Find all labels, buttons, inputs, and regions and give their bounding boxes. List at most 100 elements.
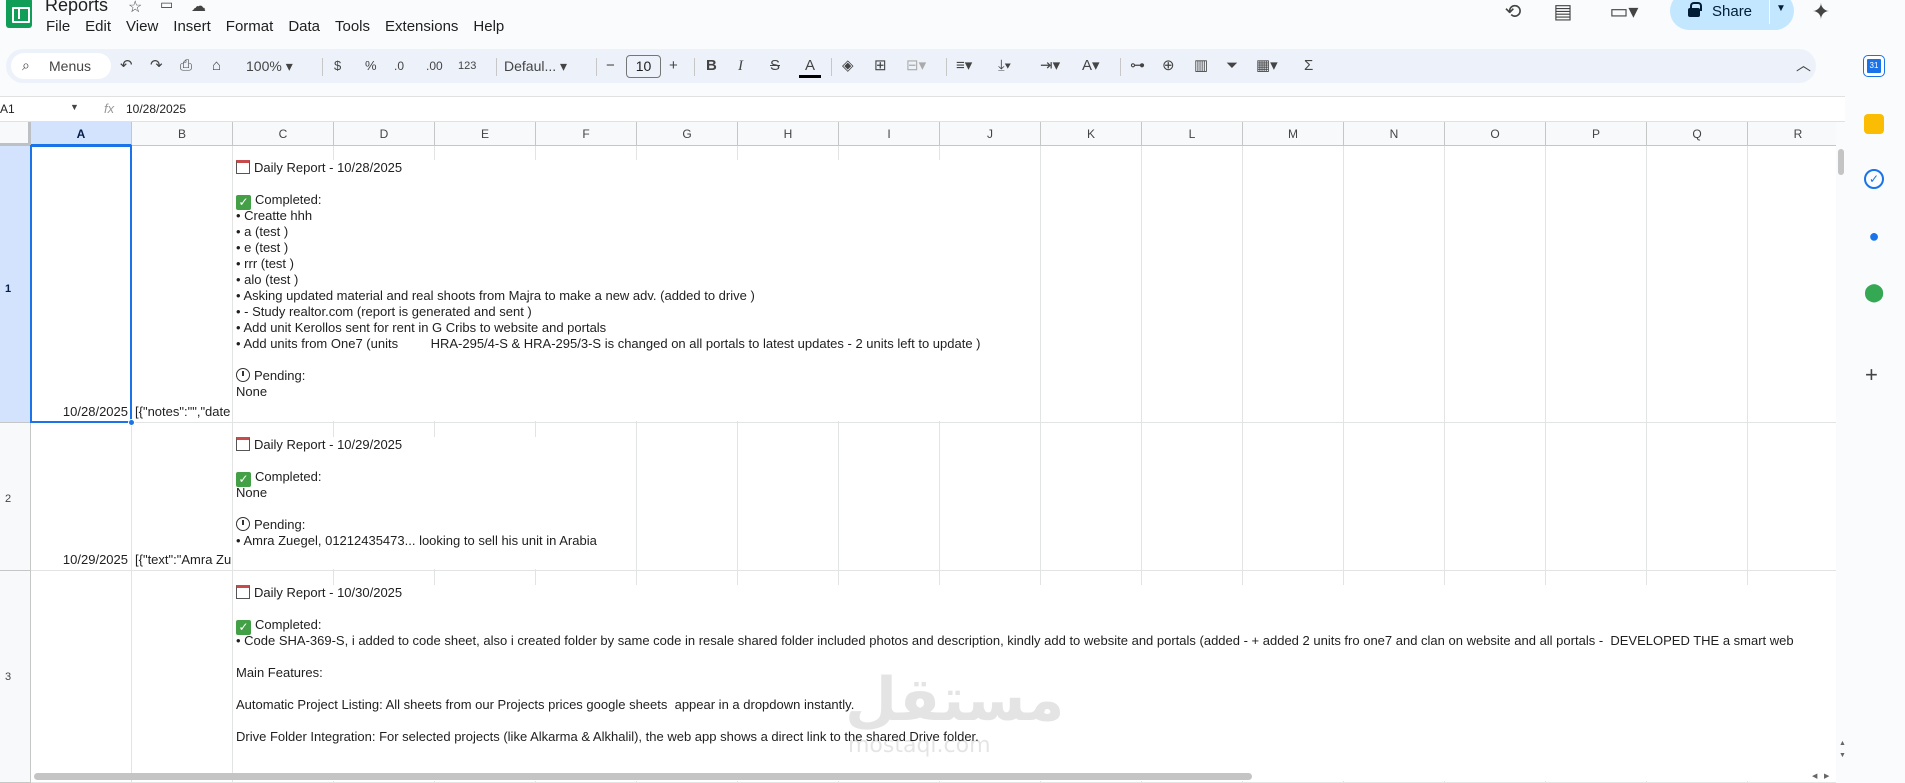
italic-button[interactable]: I [738, 57, 743, 75]
font-size-decrease-button[interactable]: − [606, 57, 615, 75]
percent-format-button[interactable]: % [365, 57, 377, 75]
calendar-icon[interactable]: 31 [1863, 55, 1885, 77]
column-header-g[interactable]: G [637, 122, 738, 146]
column-header-m[interactable]: M [1243, 122, 1344, 146]
contacts-icon[interactable]: ● [1864, 226, 1884, 246]
column-header-b[interactable]: B [132, 122, 233, 146]
strikethrough-button[interactable]: S [770, 57, 780, 75]
comments-icon[interactable]: ▤ [1550, 0, 1576, 24]
font-size-increase-button[interactable]: + [669, 57, 678, 75]
select-all-corner[interactable] [0, 122, 31, 146]
filter-views-icon[interactable]: ▦▾ [1256, 57, 1278, 75]
menu-file[interactable]: File [46, 18, 70, 35]
menu-help[interactable]: Help [473, 18, 504, 35]
report-line: • Code SHA-369-S, i added to code sheet,… [236, 633, 1836, 649]
sheets-logo-icon[interactable] [6, 0, 32, 28]
text-rotation-icon[interactable]: A▾ [1082, 57, 1100, 75]
column-header-h[interactable]: H [738, 122, 839, 146]
insert-link-icon[interactable]: ⊶ [1130, 57, 1145, 75]
keep-icon[interactable] [1864, 114, 1884, 134]
horizontal-align-icon[interactable]: ≡▾ [956, 57, 972, 75]
insert-comment-icon[interactable]: ⊕ [1162, 57, 1175, 75]
maps-icon[interactable]: ⬤ [1864, 282, 1884, 302]
decrease-decimal-button[interactable]: .0 [394, 57, 404, 75]
merge-cells-icon[interactable]: ⊟▾ [906, 57, 926, 75]
filter-icon[interactable]: ⏷ [1226, 57, 1238, 75]
share-button[interactable]: Share ▼ [1670, 0, 1794, 30]
menu-data[interactable]: Data [288, 18, 320, 35]
cell-a2[interactable]: 10/29/2025 [31, 552, 128, 568]
menu-extensions[interactable]: Extensions [385, 18, 458, 35]
row-header-2[interactable]: 2 [0, 423, 31, 571]
font-select[interactable]: Defaul... ▾ [504, 57, 567, 75]
column-header-o[interactable]: O [1445, 122, 1546, 146]
text-color-button[interactable]: A [799, 57, 821, 78]
move-folder-icon[interactable]: ▭ [160, 0, 173, 13]
column-header-n[interactable]: N [1344, 122, 1445, 146]
column-header-a[interactable]: A [31, 122, 132, 146]
borders-icon[interactable]: ⊞ [874, 57, 887, 75]
star-icon[interactable]: ☆ [128, 0, 142, 17]
active-cell-selection [30, 145, 132, 423]
fill-handle[interactable] [128, 419, 135, 426]
paint-format-icon[interactable]: ⌂ [212, 57, 221, 75]
column-header-e[interactable]: E [435, 122, 536, 146]
fill-color-icon[interactable]: ◈ [842, 57, 854, 75]
column-header-d[interactable]: D [334, 122, 435, 146]
horizontal-scrollbar[interactable] [34, 773, 1252, 780]
functions-button[interactable]: Σ [1304, 57, 1313, 75]
menu-edit[interactable]: Edit [85, 18, 111, 35]
zoom-select[interactable]: 100% ▾ [246, 57, 293, 75]
chevron-down-icon[interactable]: ▼ [1776, 3, 1786, 14]
cell-b1[interactable]: [{"notes":"","date [135, 404, 232, 420]
row-header-1[interactable]: 1 [0, 146, 31, 423]
tasks-icon[interactable]: ✓ [1864, 169, 1884, 189]
undo-icon[interactable]: ↶ [120, 57, 133, 75]
add-addon-icon[interactable]: + [1865, 362, 1878, 388]
search-icon: ⌕ [22, 57, 30, 73]
cell-b2[interactable]: [{"text":"Amra Zu [135, 552, 232, 568]
meet-icon[interactable]: ▭▾ [1604, 0, 1644, 24]
version-history-icon[interactable]: ⟲ [1500, 0, 1526, 24]
menu-view[interactable]: View [126, 18, 158, 35]
print-icon[interactable]: ⎙ [180, 57, 192, 75]
column-header-f[interactable]: F [536, 122, 637, 146]
column-header-l[interactable]: L [1142, 122, 1243, 146]
cell-c2[interactable]: Daily Report - 10/29/2025 ✓ Completed: None… [236, 437, 636, 569]
column-header-j[interactable]: J [940, 122, 1041, 146]
insert-chart-icon[interactable]: ▥ [1194, 57, 1208, 75]
vertical-scrollbar[interactable] [1838, 149, 1844, 175]
divider [496, 58, 497, 76]
font-size-input[interactable]: 10 [626, 55, 661, 78]
menus-search[interactable]: ⌕ Menus [11, 53, 111, 79]
column-header-k[interactable]: K [1041, 122, 1142, 146]
gridline [232, 146, 233, 783]
report-text: Completed: [255, 192, 322, 207]
collapse-toolbar-icon[interactable]: ︿ [1796, 57, 1811, 75]
column-header-r[interactable]: R [1748, 122, 1836, 146]
column-header-p[interactable]: P [1546, 122, 1647, 146]
bold-button[interactable]: B [706, 57, 717, 75]
vertical-align-icon[interactable]: ⤓▾ [998, 57, 1011, 75]
increase-decimal-button[interactable]: .00 [426, 57, 443, 75]
menu-insert[interactable]: Insert [173, 18, 211, 35]
column-header-i[interactable]: I [839, 122, 940, 146]
redo-icon[interactable]: ↷ [150, 57, 163, 75]
menu-tools[interactable]: Tools [335, 18, 370, 35]
number-format-button[interactable]: 123 [458, 57, 476, 75]
menu-format[interactable]: Format [226, 18, 274, 35]
gemini-sparkle-icon[interactable]: ✦ [1808, 0, 1834, 24]
text-wrapping-icon[interactable]: ⇥▾ [1040, 57, 1060, 75]
scroll-right-arrow-icon[interactable]: ▶ [1824, 772, 1829, 780]
cell-c1[interactable]: Daily Report - 10/28/2025 ✓ Completed: • Cr… [236, 160, 1039, 421]
document-title[interactable]: Reports [45, 0, 108, 16]
column-header-c[interactable]: C [233, 122, 334, 146]
cloud-status-icon[interactable]: ☁ [191, 0, 206, 15]
formula-input[interactable]: 10/28/2025 [126, 102, 186, 116]
row-header-3[interactable]: 3 [0, 571, 31, 783]
report-text: Pending: [254, 517, 306, 532]
gridline [31, 570, 1836, 571]
column-header-q[interactable]: Q [1647, 122, 1748, 146]
scroll-left-arrow-icon[interactable]: ◀ [1812, 772, 1817, 780]
currency-format-button[interactable]: $ [334, 57, 341, 75]
